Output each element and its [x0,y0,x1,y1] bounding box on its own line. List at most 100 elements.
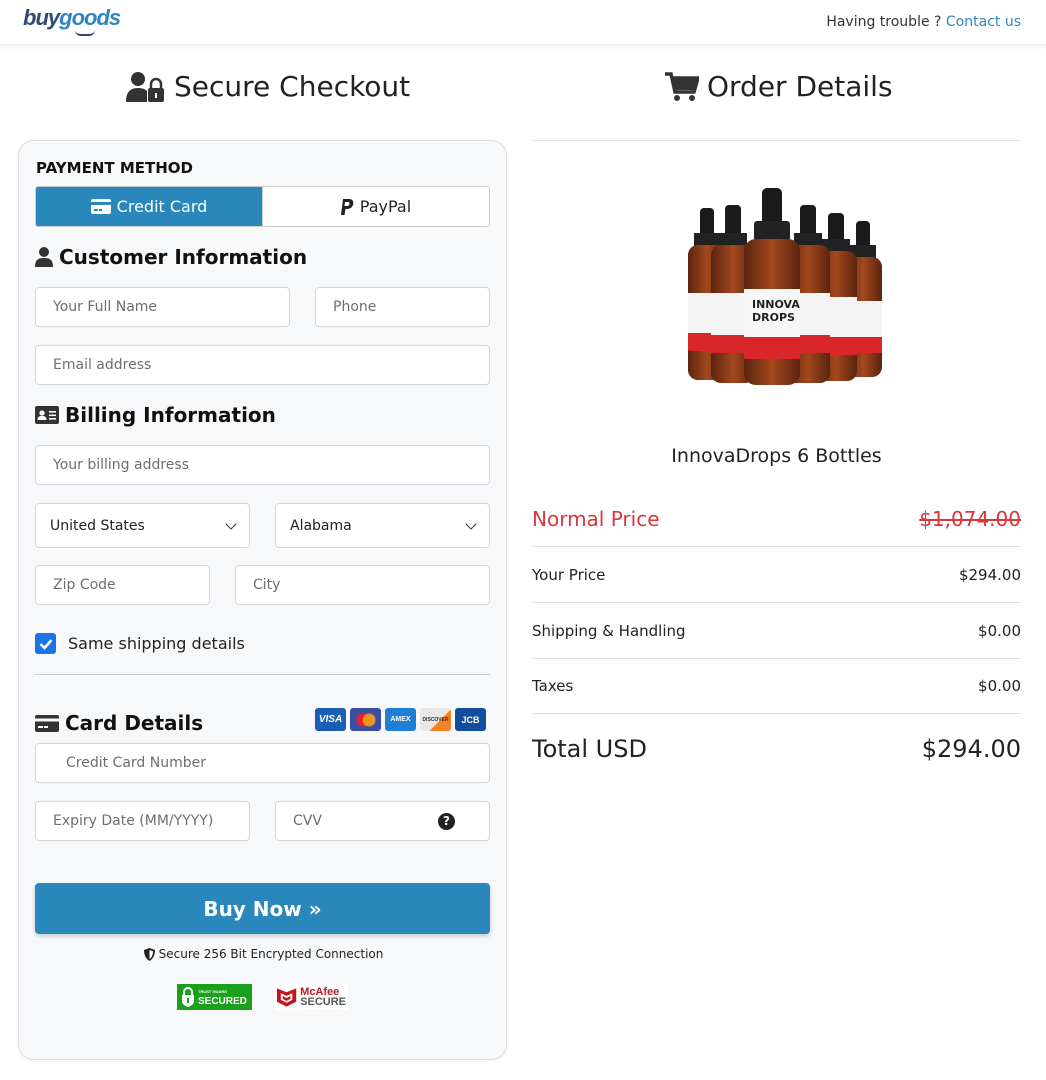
billing-information-label: Billing Information [65,403,276,427]
user-lock-icon [126,71,164,102]
taxes-row: Taxes $0.00 [532,659,1021,714]
customer-information-label: Customer Information [59,245,308,269]
taxes-value: $0.00 [978,677,1021,695]
checkmark-icon [39,638,52,650]
same-shipping-row: Same shipping details [35,633,245,654]
same-shipping-checkbox[interactable] [35,633,56,654]
logo-text-goods: goods [59,5,121,30]
expiry-date-placeholder: Expiry Date (MM/YYYY) [53,813,214,829]
your-price-label: Your Price [532,565,606,584]
shopping-cart-icon [665,71,699,101]
total-label: Total USD [532,735,647,763]
city-placeholder: City [253,577,281,593]
bottle-label-line1: INNOVA [752,298,800,311]
email-input[interactable]: Email address [35,345,490,385]
logo-smile-icon [75,30,95,36]
discover-icon: DISCOVER [420,708,451,731]
product-image: INNOVA DROPS [688,188,882,385]
shipping-label: Shipping & Handling [532,621,686,640]
taxes-label: Taxes [532,677,574,695]
mcafee-bottom-text: SECURE [300,996,346,1008]
checkout-panel: PAYMENT METHOD Credit Card PayPal Custom… [18,140,507,1060]
chevron-down-icon [465,517,477,530]
id-card-icon [35,406,59,424]
your-price-row: Your Price $294.00 [532,547,1021,603]
order-details-heading: Order Details [665,70,893,103]
having-trouble-label: Having trouble ? [826,14,942,30]
customer-information-heading: Customer Information [35,245,307,269]
buygoods-logo[interactable]: buygoods [23,5,121,36]
normal-price-row: Normal Price $1,074.00 [532,492,1021,547]
chevron-down-icon [225,517,237,530]
expiry-date-input[interactable]: Expiry Date (MM/YYYY) [35,801,250,841]
shipping-row: Shipping & Handling $0.00 [532,603,1021,659]
country-selected-value: United States [50,517,145,534]
mcafee-badge[interactable]: McAfee SECURE [274,984,348,1010]
normal-price-label: Normal Price [532,507,660,531]
accepted-cards: VISA AMEX DISCOVER JCB [315,708,486,731]
city-input[interactable]: City [235,565,490,605]
tab-credit-card[interactable]: Credit Card [36,187,262,226]
section-divider [35,674,490,675]
jcb-icon: JCB [455,708,486,731]
top-bar: buygoods Having trouble ? Contact us [0,0,1046,45]
trustguard-top-text: TRUST GUARD [198,988,228,994]
billing-address-input[interactable]: Your billing address [35,445,490,485]
payment-method-label: PAYMENT METHOD [36,159,193,177]
zip-code-placeholder: Zip Code [53,577,116,593]
tab-credit-card-label: Credit Card [116,197,208,216]
help-text: Having trouble ? Contact us [826,14,1021,30]
product-name: InnovaDrops 6 Bottles [671,445,882,467]
amex-icon: AMEX [385,708,416,731]
tab-paypal[interactable]: PayPal [262,187,489,226]
billing-information-heading: Billing Information [35,403,276,427]
full-name-input[interactable]: Your Full Name [35,287,290,327]
secure-connection-note: Secure 256 Bit Encrypted Connection [19,947,508,961]
secure-connection-text: Secure 256 Bit Encrypted Connection [158,947,384,961]
card-number-placeholder: Credit Card Number [66,755,206,771]
zip-code-input[interactable]: Zip Code [35,565,210,605]
order-divider [532,140,1021,141]
state-select[interactable]: Alabama [275,503,490,548]
total-value: $294.00 [921,735,1021,763]
card-details-label: Card Details [65,711,204,735]
cvv-placeholder: CVV [293,813,322,829]
full-name-placeholder: Your Full Name [53,299,158,315]
trustguard-badge[interactable]: TRUST GUARD SECURED [177,984,252,1010]
shield-icon [143,947,155,961]
card-details-heading: Card Details [35,711,203,735]
visa-icon: VISA [315,708,346,731]
phone-input[interactable]: Phone [315,287,490,327]
state-selected-value: Alabama [290,517,352,534]
email-placeholder: Email address [53,357,152,373]
total-row: Total USD $294.00 [532,724,1021,774]
order-details-title: Order Details [707,70,893,103]
same-shipping-label[interactable]: Same shipping details [68,634,245,653]
cvv-input[interactable]: CVV ? [275,801,490,841]
your-price-value: $294.00 [958,565,1021,584]
country-select[interactable]: United States [35,503,250,548]
logo-text-buy: buy [23,5,60,30]
shipping-value: $0.00 [978,621,1021,640]
buy-now-button[interactable]: Buy Now » [35,883,490,934]
trust-badges: TRUST GUARD SECURED McAfee SECURE [177,984,348,1010]
card-number-input[interactable]: Credit Card Number [35,743,490,783]
payment-method-tabs: Credit Card PayPal [35,186,490,227]
question-circle-icon[interactable]: ? [438,812,455,830]
credit-card-icon [90,199,111,214]
normal-price-value: $1,074.00 [919,507,1021,531]
bottle-label-line2: DROPS [752,311,795,324]
padlock-shield-icon [182,987,194,1007]
mcafee-shield-icon [276,988,297,1007]
mastercard-icon [350,708,381,731]
paypal-icon [340,198,354,215]
user-icon [35,247,53,267]
tab-paypal-label: PayPal [359,197,412,216]
trustguard-main-text: SECURED [198,995,247,1007]
credit-card-icon [35,714,59,732]
contact-us-link[interactable]: Contact us [946,14,1021,30]
billing-address-placeholder: Your billing address [53,457,189,473]
phone-placeholder: Phone [333,299,377,315]
secure-checkout-title: Secure Checkout [174,70,411,103]
bottle-front: INNOVA DROPS [744,188,800,385]
